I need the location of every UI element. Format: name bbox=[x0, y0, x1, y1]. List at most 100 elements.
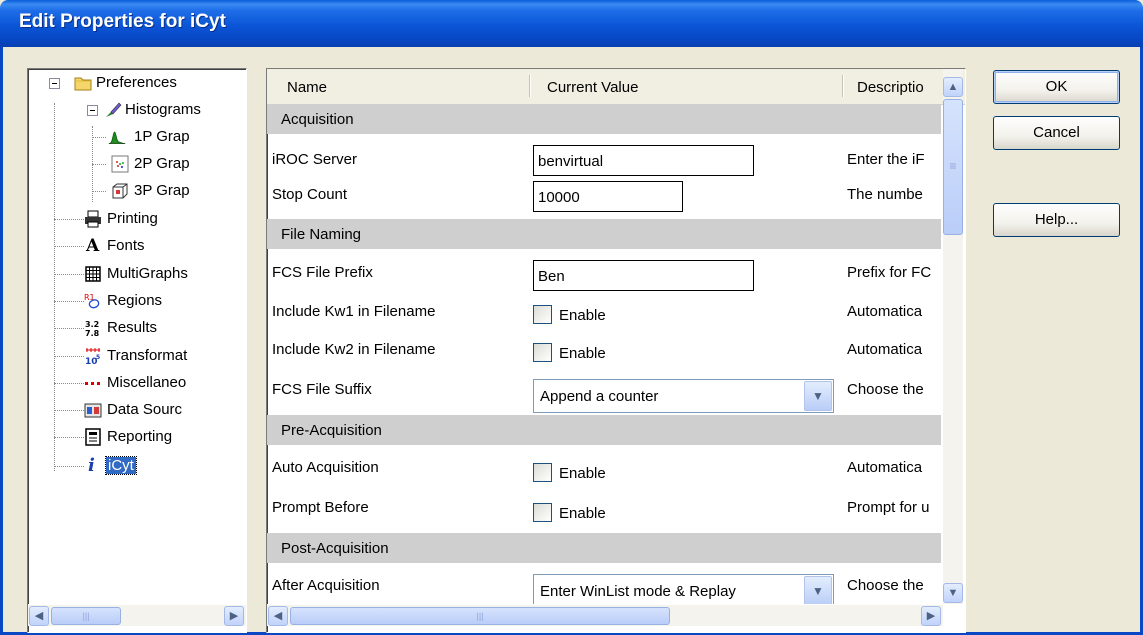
property-description: Prompt for u bbox=[847, 499, 930, 516]
property-row-auto-acquisition[interactable]: Auto Acquisition Enable Automatica bbox=[267, 451, 941, 491]
stop-count-input[interactable]: 10000 bbox=[533, 181, 683, 212]
column-header-description[interactable]: Descriptio bbox=[857, 79, 924, 96]
transformation-icon: 10 5 bbox=[85, 348, 100, 365]
ok-button[interactable]: OK bbox=[993, 70, 1120, 104]
collapse-toggle-icon[interactable] bbox=[49, 78, 60, 89]
grid-header: Name Current Value Descriptio bbox=[267, 69, 965, 105]
miscellaneous-icon bbox=[85, 382, 100, 385]
tree-line bbox=[54, 383, 84, 384]
tree-item-label: Histograms bbox=[125, 101, 201, 118]
group-row-pre-acquisition[interactable]: Pre-Acquisition bbox=[267, 415, 941, 445]
collapse-toggle-icon[interactable] bbox=[87, 105, 98, 116]
title-bar[interactable]: Edit Properties for iCyt bbox=[0, 0, 1143, 47]
svg-text:3.2: 3.2 bbox=[85, 320, 99, 329]
svg-text:7.8: 7.8 bbox=[85, 329, 100, 337]
reporting-icon bbox=[85, 428, 101, 446]
property-description: Automatica bbox=[847, 459, 923, 476]
cancel-button[interactable]: Cancel bbox=[993, 116, 1120, 150]
property-row-after-acquisition[interactable]: After Acquisition Enter WinList mode & R… bbox=[267, 569, 941, 604]
property-description: Choose the bbox=[847, 381, 924, 398]
scroll-right-icon[interactable]: ▶ bbox=[921, 606, 941, 626]
group-row-post-acquisition[interactable]: Post-Acquisition bbox=[267, 533, 941, 563]
scroll-right-icon[interactable]: ▶ bbox=[224, 606, 244, 626]
tree-item-label: Data Sourc bbox=[107, 401, 183, 418]
checkbox-box[interactable] bbox=[533, 503, 552, 522]
column-header-name[interactable]: Name bbox=[287, 79, 327, 96]
grid-horizontal-scrollbar[interactable]: ◀ ||| ▶ bbox=[267, 604, 943, 626]
checkbox-box[interactable] bbox=[533, 463, 552, 482]
iroc-server-input[interactable]: benvirtual bbox=[533, 145, 754, 176]
fcs-file-suffix-select[interactable]: Append a counter ▼ bbox=[533, 379, 834, 413]
scroll-thumb[interactable]: ≡ bbox=[943, 99, 963, 235]
scroll-up-icon[interactable]: ▲ bbox=[943, 77, 963, 97]
tree-item-label: 2P Grap bbox=[134, 155, 190, 172]
column-header-current-value[interactable]: Current Value bbox=[547, 79, 638, 96]
checkbox-label: Enable bbox=[559, 307, 606, 324]
tree-item-label: Results bbox=[107, 319, 158, 336]
property-row-include-kw2[interactable]: Include Kw2 in Filename Enable Automatic… bbox=[267, 335, 941, 373]
grid-vertical-scrollbar[interactable]: ▲ ≡ ▼ bbox=[943, 69, 963, 604]
property-row-prompt-before[interactable]: Prompt Before Enable Prompt for u bbox=[267, 491, 941, 533]
property-row-iroc-server[interactable]: iROC Server benvirtual Enter the iF bbox=[267, 139, 941, 179]
tree-line bbox=[54, 274, 84, 275]
column-separator[interactable] bbox=[842, 75, 843, 97]
info-icon: i bbox=[88, 455, 95, 476]
property-name: Include Kw2 in Filename bbox=[272, 341, 436, 358]
help-button[interactable]: Help... bbox=[993, 203, 1120, 237]
checkbox-label: Enable bbox=[559, 505, 606, 522]
tree-item-label: Miscellaneo bbox=[107, 374, 187, 391]
checkbox-box[interactable] bbox=[533, 343, 552, 362]
group-row-acquisition[interactable]: Acquisition bbox=[267, 104, 941, 134]
select-value: Append a counter bbox=[540, 388, 659, 405]
regions-icon: R1 bbox=[84, 293, 100, 309]
results-icon: 3.2 7.8 bbox=[85, 320, 100, 337]
scroll-left-icon[interactable]: ◀ bbox=[29, 606, 49, 626]
property-description: The numbe bbox=[847, 186, 923, 203]
window-title: Edit Properties for iCyt bbox=[19, 11, 226, 32]
column-separator[interactable] bbox=[529, 75, 530, 97]
tree-horizontal-scrollbar[interactable]: ◀ ||| ▶ bbox=[28, 604, 246, 626]
tree-line bbox=[54, 328, 84, 329]
svg-text:5: 5 bbox=[96, 354, 100, 361]
property-description: Automatica bbox=[847, 303, 923, 320]
property-row-fcs-file-prefix[interactable]: FCS File Prefix Ben Prefix for FC bbox=[267, 254, 941, 294]
chevron-down-icon[interactable]: ▼ bbox=[804, 381, 832, 411]
checkbox-label: Enable bbox=[559, 345, 606, 362]
tree-line bbox=[92, 137, 106, 138]
property-row-fcs-file-suffix[interactable]: FCS File Suffix Append a counter ▼ Choos… bbox=[267, 373, 941, 415]
property-row-stop-count[interactable]: Stop Count 10000 The numbe bbox=[267, 179, 941, 219]
scroll-thumb[interactable]: ||| bbox=[290, 607, 670, 625]
tree-line bbox=[54, 356, 84, 357]
checkbox-box[interactable] bbox=[533, 305, 552, 324]
property-name: After Acquisition bbox=[272, 577, 380, 594]
brush-icon bbox=[106, 102, 122, 117]
tree-item-label: MultiGraphs bbox=[107, 265, 188, 282]
property-name: Stop Count bbox=[272, 186, 348, 203]
chevron-down-icon[interactable]: ▼ bbox=[804, 576, 832, 604]
property-name: Include Kw1 in Filename bbox=[272, 303, 436, 320]
tree-item-label: Transformat bbox=[107, 347, 188, 364]
font-icon: A bbox=[86, 236, 100, 256]
tree-item-label: 3P Grap bbox=[134, 182, 190, 199]
property-name: FCS File Prefix bbox=[272, 264, 373, 281]
tree-line bbox=[54, 219, 84, 220]
after-acquisition-select[interactable]: Enter WinList mode & Replay ▼ bbox=[533, 574, 834, 604]
property-row-include-kw1[interactable]: Include Kw1 in Filename Enable Automatic… bbox=[267, 297, 941, 335]
printer-icon bbox=[85, 210, 101, 228]
scroll-down-icon[interactable]: ▼ bbox=[943, 583, 963, 603]
tree-item-label: Preferences bbox=[96, 74, 177, 91]
group-label: Pre-Acquisition bbox=[281, 422, 382, 439]
group-label: Acquisition bbox=[281, 111, 354, 128]
tree-line bbox=[54, 246, 84, 247]
tree-line bbox=[92, 191, 106, 192]
fcs-file-prefix-input[interactable]: Ben bbox=[533, 260, 754, 291]
tree-line bbox=[54, 301, 84, 302]
category-tree[interactable]: Preferences Histograms 1P Grap 2P Grap 3… bbox=[27, 68, 247, 633]
property-grid[interactable]: Name Current Value Descriptio Acquisitio… bbox=[266, 68, 966, 633]
scroll-left-icon[interactable]: ◀ bbox=[268, 606, 288, 626]
property-name: Auto Acquisition bbox=[272, 459, 379, 476]
tree-item-label: Printing bbox=[107, 210, 158, 227]
scroll-thumb[interactable]: ||| bbox=[51, 607, 121, 625]
group-row-file-naming[interactable]: File Naming bbox=[267, 219, 941, 249]
property-name: FCS File Suffix bbox=[272, 381, 372, 398]
